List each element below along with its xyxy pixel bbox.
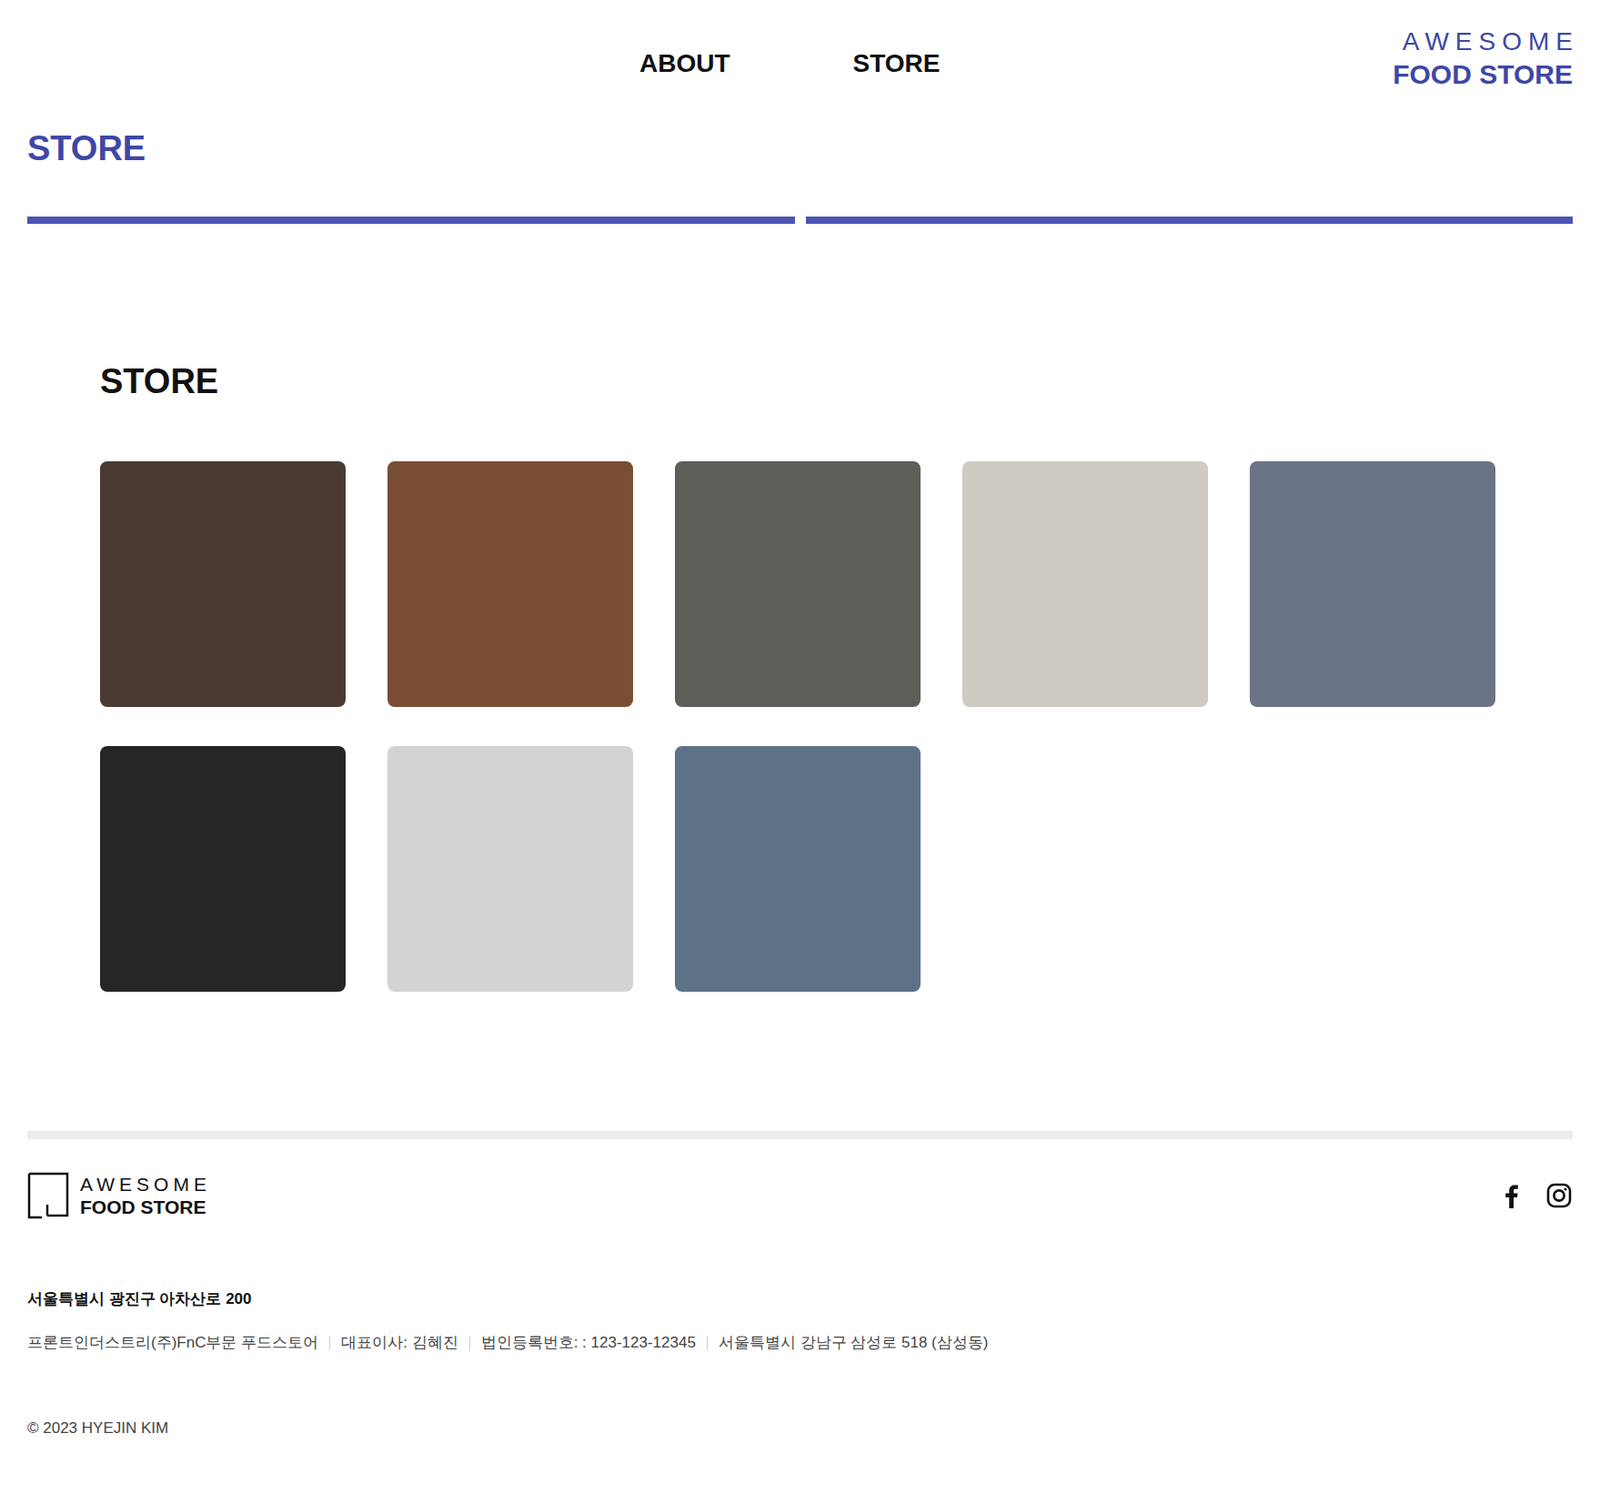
- brand-logo[interactable]: AWESOMEFOOD STORE: [1392, 25, 1573, 92]
- logo-line: FOOD STORE: [1392, 57, 1573, 92]
- store-tile[interactable]: [100, 745, 346, 992]
- title-bars: [27, 216, 1573, 224]
- store-tile[interactable]: [1249, 461, 1496, 707]
- info-item: 서울특별시 강남구 삼성로 518 (삼성동): [718, 1331, 989, 1354]
- footer: AWESOMEFOOD STORE 서울특별시 광진구 아차산로 200 프론트…: [0, 1171, 1600, 1494]
- store-tile[interactable]: [674, 745, 921, 992]
- instagram-icon[interactable]: [1545, 1181, 1573, 1209]
- company-info: 프론트인더스트리(주)FnC부문 푸드스토어 대표이사: 김혜진 법인등록번호: :…: [27, 1331, 1573, 1354]
- facebook-icon[interactable]: [1498, 1181, 1526, 1209]
- info-item: 법인등록번호: : 123-123-12345: [481, 1331, 696, 1354]
- info-separator: [706, 1335, 708, 1350]
- header: ABOUT STORE AWESOMEFOOD STORE: [0, 0, 1600, 92]
- logo-frame-icon: [27, 1171, 70, 1219]
- nav-link[interactable]: STORE: [853, 48, 941, 80]
- copyright: © 2023 HYEJIN KIM: [27, 1417, 1573, 1439]
- store-tile[interactable]: [100, 461, 346, 707]
- title-bar: [805, 216, 1574, 224]
- store-tile[interactable]: [387, 745, 634, 992]
- page: ABOUTSTORE AWESOMEFOOD STORE STORE STORE…: [0, 0, 1600, 1504]
- info-separator: [329, 1335, 331, 1350]
- footer-logo[interactable]: AWESOMEFOOD STORE: [27, 1171, 212, 1219]
- footer-divider: [27, 1130, 1573, 1139]
- info-item: 프론트인더스트리(주)FnC부문 푸드스토어: [27, 1331, 319, 1354]
- logo-line: FOOD STORE: [80, 1195, 212, 1218]
- info-separator: [469, 1335, 471, 1350]
- footer-logo-text: AWESOMEFOOD STORE: [80, 1172, 212, 1218]
- address: 서울특별시 광진구 아차산로 200: [27, 1288, 1573, 1310]
- store-tile[interactable]: [674, 461, 921, 707]
- store-tile[interactable]: [387, 461, 634, 707]
- social-links: [1498, 1181, 1573, 1209]
- logo-line: AWESOME: [1392, 25, 1580, 58]
- footer-top: AWESOMEFOOD STORE: [27, 1171, 1573, 1219]
- title-bar: [27, 216, 795, 224]
- main-nav: ABOUT STORE: [639, 48, 941, 80]
- store-tile[interactable]: [962, 461, 1208, 707]
- nav-link[interactable]: ABOUT: [639, 48, 731, 80]
- page-title: STORE: [27, 128, 1573, 171]
- info-item: 대표이사: 김혜진: [341, 1331, 458, 1354]
- store-section: STORE: [0, 361, 1600, 992]
- section-title: STORE: [100, 361, 1600, 403]
- logo-line: AWESOME: [80, 1172, 212, 1196]
- store-grid: [100, 461, 1600, 992]
